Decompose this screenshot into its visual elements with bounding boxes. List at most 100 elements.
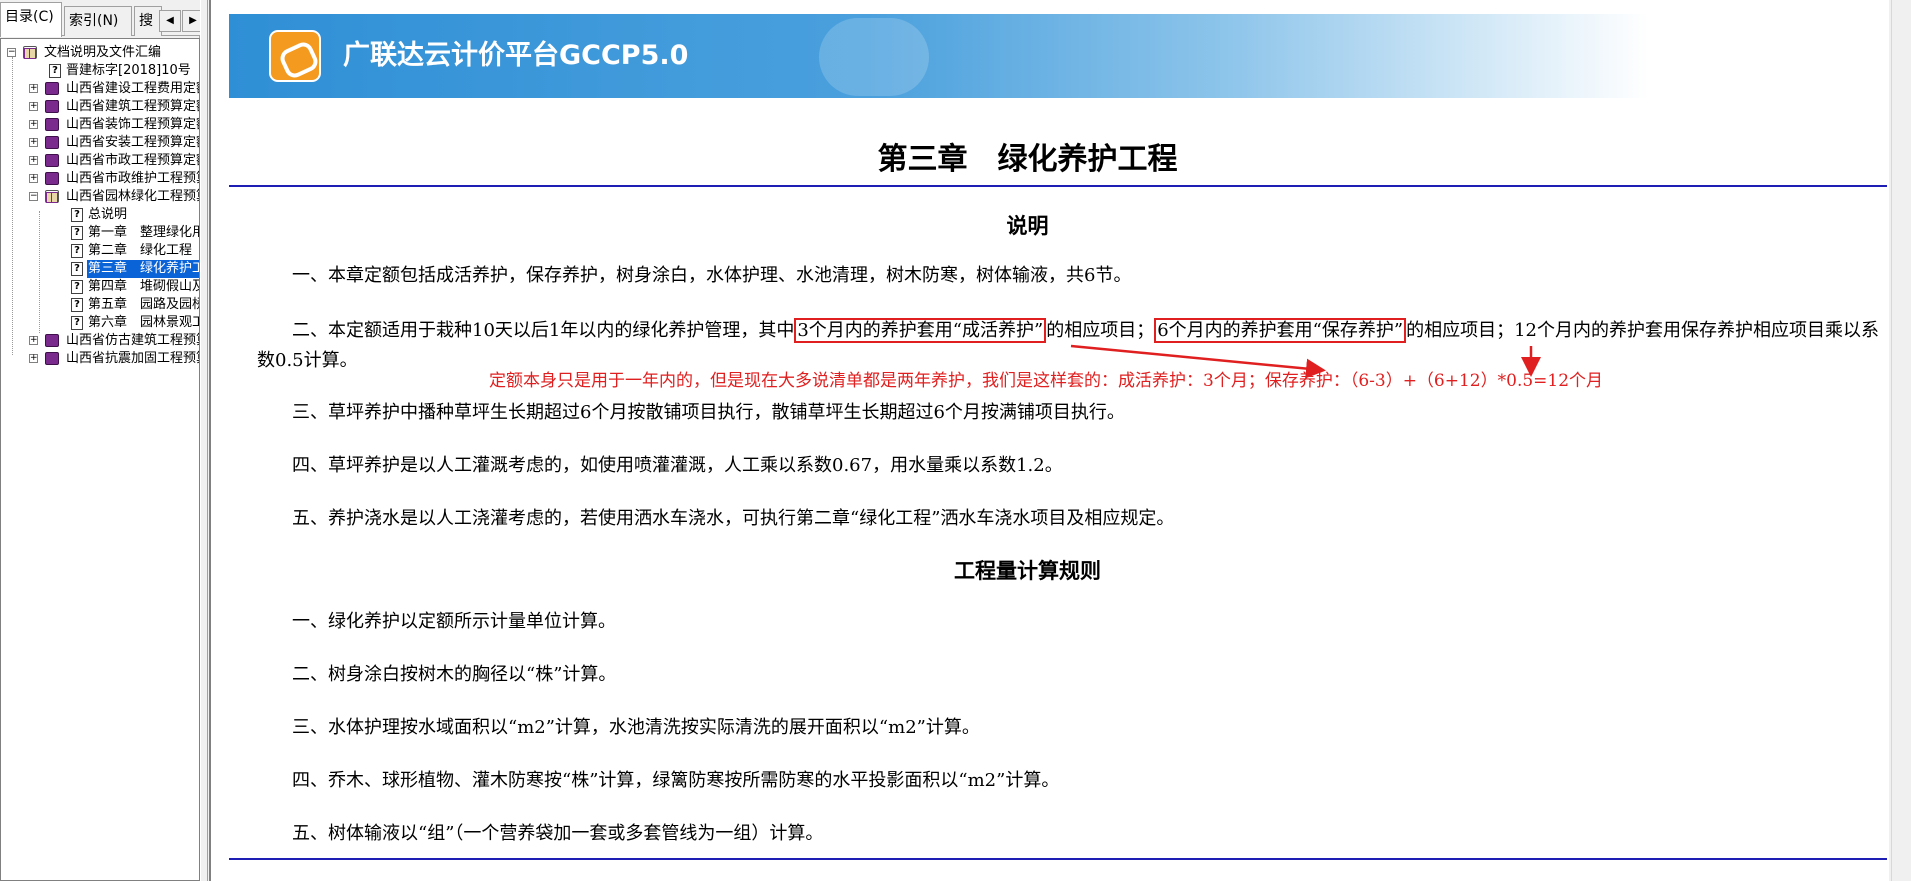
help-topic-icon: ? <box>71 262 83 276</box>
tab-index[interactable]: 索引(N) <box>64 6 132 36</box>
tree-item-label: 山西省装饰工程预算定额 <box>66 117 200 132</box>
annotation-arrows <box>1070 344 1541 379</box>
tree-item-label: 第四章 堆砌假山及塑假石山工程 <box>88 279 200 294</box>
tree-item-book[interactable]: + 山西省仿古建筑工程预算定额 <box>1 332 199 350</box>
tree-item-book-open[interactable]: − 山西省园林绿化工程预算定额 <box>1 188 199 206</box>
tree-item-label: 第五章 园路及园桥工程 <box>88 297 199 312</box>
tree-item-label: 山西省建设工程费用定额 <box>66 81 200 96</box>
red-annotation-note: 定额本身只是用于一年内的，但是现在大多说清单都是两年养护，我们是这样套的：成活养… <box>489 371 1604 391</box>
help-topic-icon: ? <box>71 226 83 240</box>
expand-icon[interactable]: + <box>29 84 38 93</box>
help-topic-icon: ? <box>71 244 83 258</box>
topic-content-pane: 广联达云计价平台GCCP5.0 第三章 绿化养护工程 说明 一、本章定额包括成活… <box>209 0 1889 881</box>
expand-icon[interactable]: + <box>29 336 38 345</box>
book-icon <box>45 352 59 365</box>
help-topic-icon: ? <box>71 208 83 222</box>
contents-tree: − 文档说明及文件汇编 ? 晋建标字[2018]10号 + 山西省建设工程费用定… <box>0 38 200 881</box>
notes-paragraph-4: 四、草坪养护是以人工灌溉考虑的，如使用喷灌灌溉，人工乘以系数0.67，用水量乘以… <box>292 455 1063 476</box>
rules-paragraph-1: 一、绿化养护以定额所示计量单位计算。 <box>292 611 616 632</box>
rules-paragraph-3: 三、水体护理按水域面积以“m2”计算，水池清洗按实际清洗的展开面积以“m2”计算… <box>292 717 980 738</box>
tree-item-topic[interactable]: ? 第五章 园路及园桥工程 <box>1 296 199 314</box>
tree-item-label: 山西省园林绿化工程预算定额 <box>66 189 199 204</box>
help-topic-icon: ? <box>49 64 61 78</box>
tree-item-label: 第六章 园林景观工程 <box>88 315 199 330</box>
collapse-icon[interactable]: − <box>7 48 16 57</box>
help-topic-icon: ? <box>71 316 83 330</box>
tree-item-book[interactable]: + 山西省建设工程费用定额 <box>1 80 200 98</box>
tab-search[interactable]: 搜 <box>134 6 162 36</box>
tree-item-book[interactable]: + 山西省装饰工程预算定额 <box>1 116 200 134</box>
expand-icon[interactable]: + <box>29 156 38 165</box>
tree-item-topic[interactable]: ? 第六章 园林景观工程 <box>1 314 199 332</box>
tab-scroll-left-icon[interactable]: ◀ <box>159 10 181 32</box>
tree-item-doc[interactable]: ? 晋建标字[2018]10号 <box>1 62 199 80</box>
expand-icon[interactable]: + <box>29 120 38 129</box>
tab-contents[interactable]: 目录(C) <box>0 2 62 37</box>
tree-item-book[interactable]: + 山西省市政维护工程预算定额 <box>1 170 199 188</box>
expand-icon[interactable]: + <box>29 174 38 183</box>
help-viewer-window: 目录(C) 索引(N) 搜 ◀ ▶ − 文档说明及文件汇编 ? 晋建标字[201… <box>0 0 1911 881</box>
tree-item-topic[interactable]: ? 总说明 <box>1 206 199 224</box>
tree-item-topic-selected[interactable]: ? 第三章 绿化养护工程 <box>1 260 199 278</box>
tree-item-label: 总说明 <box>88 207 128 222</box>
rules-paragraph-2: 二、树身涂白按树木的胸径以“株”计算。 <box>292 664 617 685</box>
tree-item-label: 山西省抗震加固工程预算定额 <box>66 351 199 366</box>
product-banner: 广联达云计价平台GCCP5.0 <box>229 14 1649 98</box>
tree-item-topic[interactable]: ? 第二章 绿化工程 <box>1 242 199 260</box>
vertical-scrollbar[interactable] <box>1891 0 1911 881</box>
tree-item-label: 山西省仿古建筑工程预算定额 <box>66 333 199 348</box>
tree-item-topic[interactable]: ? 第一章 整理绿化用地 <box>1 224 199 242</box>
tree-item-label: 山西省市政工程预算定额 <box>66 153 200 168</box>
notes-paragraph-1: 一、本章定额包括成活养护，保存养护，树身涂白，水体护理、水池清理，树木防寒，树体… <box>292 265 1132 286</box>
section-heading-notes: 说明 <box>1006 213 1049 238</box>
tree-item-book[interactable]: + 山西省建筑工程预算定额 <box>1 98 200 116</box>
tree-item-label: 第二章 绿化工程 <box>88 243 193 258</box>
paragraph-text: 的相应项目； <box>1046 320 1155 341</box>
book-icon <box>45 100 59 113</box>
open-book-icon <box>45 190 59 203</box>
chapter-title: 第三章 绿化养护工程 <box>877 142 1178 177</box>
tree-item-label: 第一章 整理绿化用地 <box>88 225 199 240</box>
nav-tab-strip: 目录(C) 索引(N) 搜 ◀ ▶ <box>0 0 204 37</box>
notes-paragraph-3: 三、草坪养护中播种草坪生长期超过6个月按散铺项目执行，散铺草坪生长期超过6个月按… <box>292 402 1125 423</box>
tree-item-book[interactable]: + 山西省市政工程预算定额 <box>1 152 200 170</box>
tree-item-label: 山西省安装工程预算定额 <box>66 135 200 150</box>
tree-item-book[interactable]: + 山西省安装工程预算定额 <box>1 134 200 152</box>
book-icon <box>45 118 59 131</box>
section-heading-rules: 工程量计算规则 <box>954 558 1101 583</box>
open-book-icon <box>23 46 37 59</box>
bottom-rule <box>229 858 1887 860</box>
highlight-box-survival-care: 3个月内的养护套用“成活养护” <box>794 318 1047 343</box>
help-topic-icon: ? <box>71 280 83 294</box>
notes-paragraph-5: 五、养护浇水是以人工浇灌考虑的，若使用洒水车浇水，可执行第二章“绿化工程”洒水车… <box>292 508 1175 529</box>
tree-item-root[interactable]: − 文档说明及文件汇编 <box>1 44 199 62</box>
book-icon <box>45 82 59 95</box>
tree-item-label: 晋建标字[2018]10号 <box>66 63 191 78</box>
cloud-watermark-icon <box>819 18 929 96</box>
glodon-logo-icon <box>269 30 321 82</box>
highlight-box-maintenance-care: 6个月内的养护套用“保存养护” <box>1154 318 1407 343</box>
title-rule <box>229 185 1887 187</box>
pane-splitter[interactable] <box>200 0 208 881</box>
banner-title: 广联达云计价平台GCCP5.0 <box>343 40 689 71</box>
collapse-icon[interactable]: − <box>29 192 38 201</box>
book-icon <box>45 172 59 185</box>
help-topic-icon: ? <box>71 298 83 312</box>
book-icon <box>45 154 59 167</box>
tree-item-label: 山西省市政维护工程预算定额 <box>66 171 199 186</box>
paragraph-text: 二、本定额适用于栽种10天以后1年以内的绿化养护管理，其中 <box>292 320 795 341</box>
tree-item-label: 山西省建筑工程预算定额 <box>66 99 200 114</box>
rules-paragraph-4: 四、乔木、球形植物、灌木防寒按“株”计算，绿篱防寒按所需防寒的水平投影面积以“m… <box>292 770 1060 791</box>
expand-icon[interactable]: + <box>29 138 38 147</box>
tree-item-topic[interactable]: ? 第四章 堆砌假山及塑假石山工程 <box>1 278 200 296</box>
expand-icon[interactable]: + <box>29 354 38 363</box>
navigation-pane: 目录(C) 索引(N) 搜 ◀ ▶ − 文档说明及文件汇编 ? 晋建标字[201… <box>0 0 204 881</box>
rules-paragraph-5: 五、树体输液以“组”（一个营养袋加一套或多套管线为一组）计算。 <box>292 823 824 844</box>
notes-paragraph-2: 二、本定额适用于栽种10天以后1年以内的绿化养护管理，其中 3个月内的养护套用“成… <box>257 316 1887 376</box>
tree-item-book[interactable]: + 山西省抗震加固工程预算定额 <box>1 350 199 368</box>
book-icon <box>45 136 59 149</box>
tree-item-label: 文档说明及文件汇编 <box>44 45 162 60</box>
expand-icon[interactable]: + <box>29 102 38 111</box>
tree-item-label: 第三章 绿化养护工程 <box>87 260 199 278</box>
book-icon <box>45 334 59 347</box>
